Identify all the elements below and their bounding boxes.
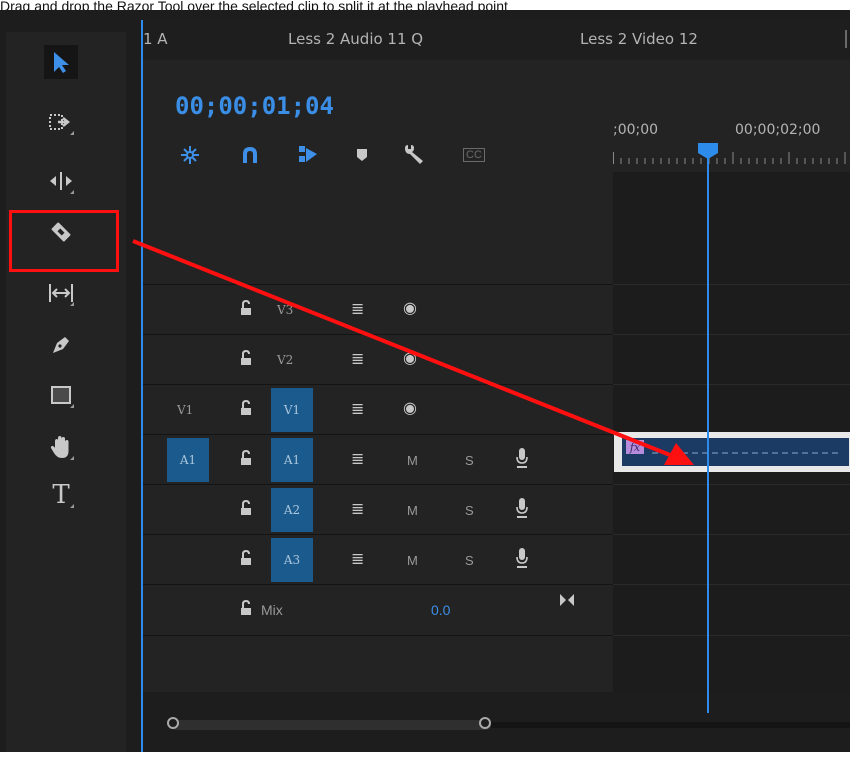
- tab-divider: [845, 30, 847, 48]
- playhead-timecode[interactable]: 00;00;01;04: [175, 92, 334, 120]
- sync-lock-icon[interactable]: ≣: [351, 299, 364, 318]
- sync-lock-icon[interactable]: ≣: [351, 349, 364, 368]
- audio-waveform: [652, 452, 842, 454]
- mix-volume-value[interactable]: 0.0: [431, 602, 450, 618]
- track-target-a1[interactable]: A1: [271, 438, 313, 482]
- type-tool-icon[interactable]: T: [44, 478, 78, 512]
- track-lane-v2[interactable]: [613, 334, 850, 385]
- track-lane-v1[interactable]: [613, 384, 850, 435]
- solo-button[interactable]: S: [465, 503, 474, 518]
- ruler-label-1: 00;00;02;00: [735, 122, 821, 138]
- track-target-v1[interactable]: V1: [271, 388, 313, 432]
- track-header-v3: V3 ≣ ◉: [143, 284, 613, 335]
- magnet-icon[interactable]: [237, 142, 263, 168]
- timeline-panel: 1 A Less 2 Audio 11 Q Less 2 Video 12 00…: [141, 20, 850, 752]
- timeline-zoom-scrollbar[interactable]: [143, 692, 850, 752]
- tab-less-2-video-12[interactable]: Less 2 Video 12: [580, 30, 698, 48]
- audio-clip-body[interactable]: fx: [622, 438, 849, 466]
- eye-icon[interactable]: ◉: [403, 298, 417, 317]
- track-header-v2: V2 ≣ ◉: [143, 334, 613, 385]
- scrollbar-handle-right[interactable]: [479, 717, 491, 729]
- lock-icon[interactable]: [239, 400, 253, 416]
- mute-button[interactable]: M: [407, 553, 418, 568]
- track-lane-mix[interactable]: [613, 584, 850, 636]
- microphone-icon[interactable]: [515, 447, 529, 469]
- sync-lock-icon[interactable]: ≣: [351, 549, 364, 568]
- track-header-mix: Mix 0.0: [143, 584, 613, 636]
- track-header-a1: A1 A1 ≣ M S: [143, 434, 613, 485]
- source-patch-v1[interactable]: V1: [177, 403, 193, 417]
- time-ruler[interactable]: ;00;00 00;00;02;00: [613, 60, 850, 172]
- snap-icon[interactable]: [177, 142, 203, 168]
- track-headers: V3 ≣ ◉ V2 ≣ ◉ V1 V1 ≣ ◉ A1 A1 ≣ M S A2 ≣…: [143, 172, 613, 692]
- lock-icon[interactable]: [239, 500, 253, 516]
- playhead-line: [707, 157, 709, 713]
- ruler-label-0: ;00;00: [613, 122, 659, 138]
- microphone-icon[interactable]: [515, 547, 529, 569]
- track-header-a2: A2 ≣ M S: [143, 484, 613, 535]
- lock-icon[interactable]: [239, 350, 253, 366]
- fx-badge: fx: [626, 440, 644, 454]
- mute-button[interactable]: M: [407, 503, 418, 518]
- scrollbar-right-track: [491, 722, 850, 728]
- sequence-tabs: 1 A Less 2 Audio 11 Q Less 2 Video 12: [143, 20, 850, 60]
- linked-selection-icon[interactable]: [295, 142, 321, 168]
- hand-tool-icon[interactable]: [44, 430, 78, 464]
- track-lane-a3[interactable]: [613, 534, 850, 585]
- sync-lock-icon[interactable]: ≣: [351, 399, 364, 418]
- solo-button[interactable]: S: [465, 453, 474, 468]
- marker-icon[interactable]: [349, 142, 375, 168]
- razor-tool-highlight-box: [9, 210, 119, 272]
- track-header-v1: V1 V1 ≣ ◉: [143, 384, 613, 435]
- track-name-v2: V2: [277, 353, 294, 367]
- solo-button[interactable]: S: [465, 553, 474, 568]
- ripple-edit-tool-icon[interactable]: [44, 164, 78, 198]
- pen-tool-icon[interactable]: [44, 328, 78, 362]
- track-header-a3: A3 ≣ M S: [143, 534, 613, 585]
- mute-button[interactable]: M: [407, 453, 418, 468]
- track-target-a3[interactable]: A3: [271, 538, 313, 582]
- audio-clip-a1[interactable]: fx: [614, 432, 850, 472]
- mix-label: Mix: [261, 602, 283, 618]
- track-select-forward-tool-icon[interactable]: [44, 105, 78, 139]
- lock-icon[interactable]: [239, 550, 253, 566]
- microphone-icon[interactable]: [515, 497, 529, 519]
- track-lane-a2[interactable]: [613, 484, 850, 535]
- eye-icon[interactable]: ◉: [403, 348, 417, 367]
- track-name-v3: V3: [277, 303, 294, 317]
- lock-icon[interactable]: [239, 450, 253, 466]
- go-to-end-icon[interactable]: [559, 593, 575, 607]
- source-patch-a1[interactable]: A1: [167, 438, 209, 482]
- selection-tool-icon[interactable]: [44, 45, 78, 79]
- eye-icon[interactable]: ◉: [403, 398, 417, 417]
- wrench-icon[interactable]: [401, 142, 427, 168]
- sync-lock-icon[interactable]: ≣: [351, 449, 364, 468]
- rectangle-tool-icon[interactable]: [44, 378, 78, 412]
- lock-icon[interactable]: [239, 300, 253, 316]
- closed-captions-icon[interactable]: CC: [461, 142, 487, 168]
- sync-lock-icon[interactable]: ≣: [351, 499, 364, 518]
- ruler-ticks: [613, 152, 846, 164]
- premiere-workspace: T 1 A Less 2 Audio 11 Q Less 2 Video 12 …: [0, 10, 850, 752]
- scrollbar-track[interactable]: [171, 720, 491, 730]
- type-tool-glyph: T: [52, 480, 70, 510]
- slip-tool-icon[interactable]: [44, 276, 78, 310]
- lock-icon[interactable]: [239, 600, 253, 616]
- tab-sequence-1a[interactable]: 1 A: [143, 30, 168, 48]
- tab-less-2-audio-11-q[interactable]: Less 2 Audio 11 Q: [288, 30, 423, 48]
- tools-panel: T: [6, 32, 126, 752]
- closed-captions-label: CC: [463, 148, 485, 162]
- track-target-a2[interactable]: A2: [271, 488, 313, 532]
- track-lane-v3[interactable]: [613, 284, 850, 335]
- scrollbar-handle-left[interactable]: [167, 717, 179, 729]
